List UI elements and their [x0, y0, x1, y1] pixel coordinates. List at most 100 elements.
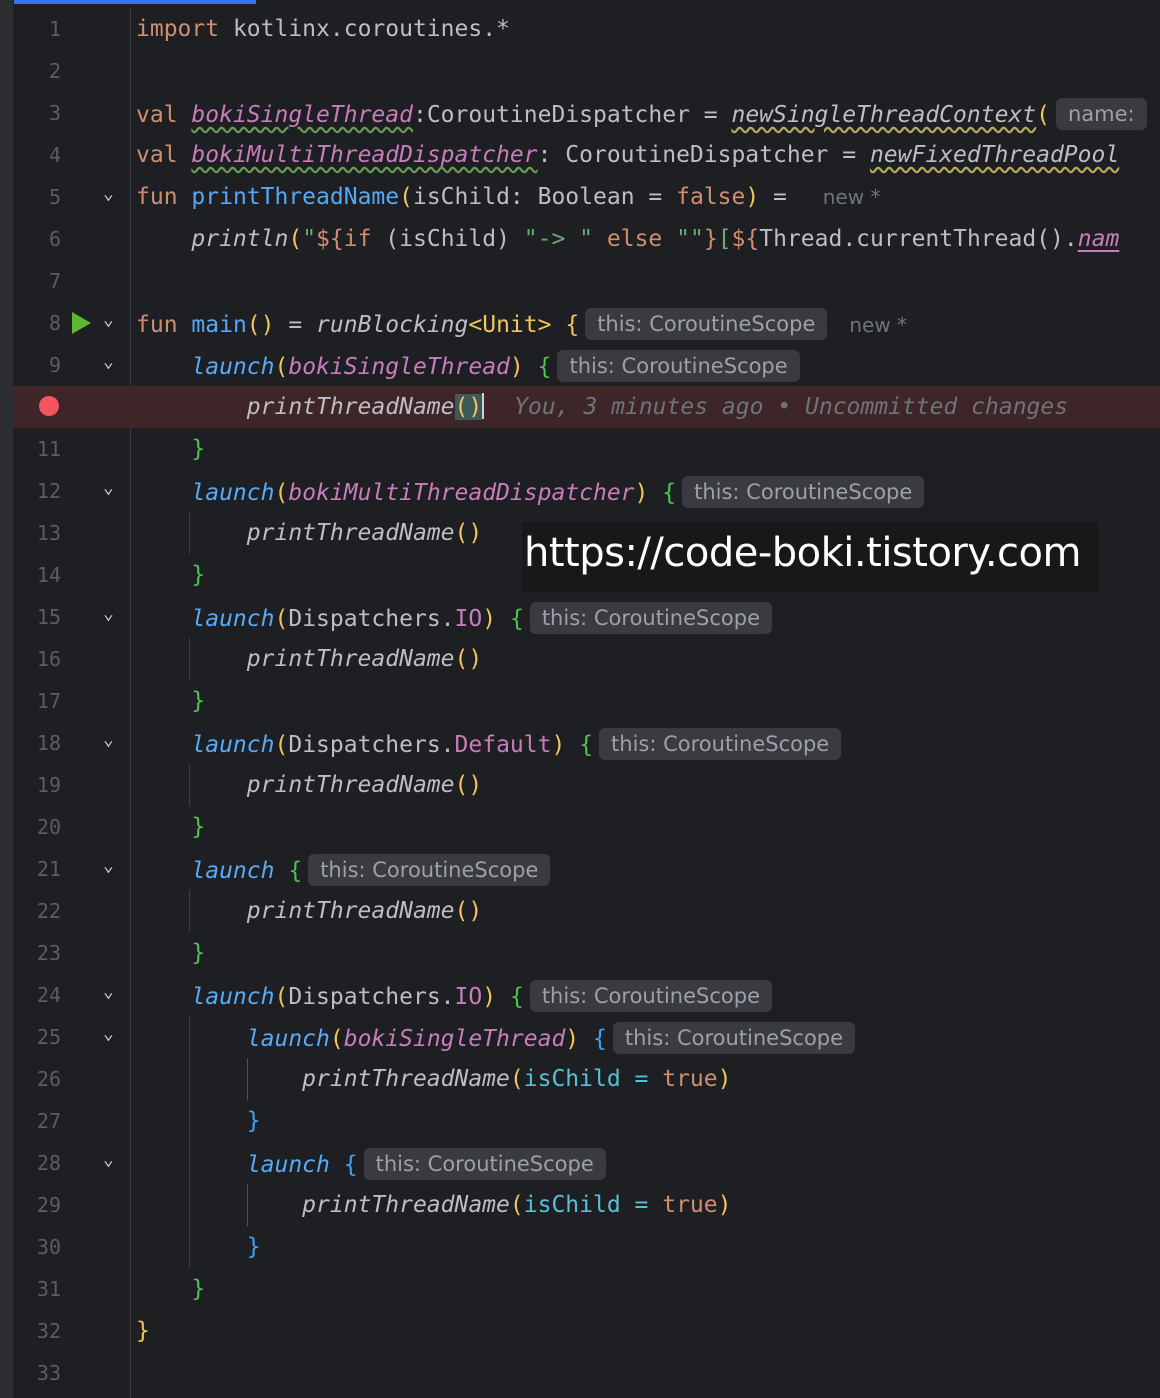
code-line[interactable]: 12 ⌄ launch(bokiMultiThreadDispatcher) {…: [13, 470, 1160, 512]
code-text: printThreadName(isChild = true): [136, 1190, 731, 1220]
git-blame-annotation[interactable]: You, 3 minutes ago • Uncommitted changes: [514, 394, 1068, 420]
code-line[interactable]: 33: [13, 1352, 1160, 1394]
dispatchers: Dispatchers: [288, 606, 441, 632]
function-call: launch: [246, 1152, 330, 1178]
code-line[interactable]: 17 }: [13, 680, 1160, 722]
author-hint[interactable]: new *: [823, 185, 881, 209]
parameter: isChild: Boolean =: [412, 184, 677, 210]
scope-hint: this: CoroutineScope: [529, 602, 772, 634]
function-name: main: [191, 312, 247, 338]
fold-chevron-icon[interactable]: ⌄: [103, 183, 114, 204]
code-line[interactable]: 25 ⌄ launch(bokiSingleThread) {this: Cor…: [13, 1016, 1160, 1058]
scope-hint: this: CoroutineScope: [585, 308, 828, 340]
template: }: [703, 226, 718, 252]
code-line[interactable]: 24 ⌄ launch(Dispatchers.IO) {this: Corou…: [13, 974, 1160, 1016]
paren: (: [274, 606, 289, 632]
code-line[interactable]: 22 printThreadName(): [13, 890, 1160, 932]
function-call: printThreadName: [246, 898, 455, 924]
code-line[interactable]: 1 import kotlinx.coroutines.*: [13, 8, 1160, 50]
code-text: }: [136, 1274, 205, 1304]
line-number: 11: [36, 437, 61, 461]
code-line[interactable]: 8 ⌄ fun main() = runBlocking<Unit> {this…: [13, 302, 1160, 344]
brace: {: [288, 858, 303, 884]
fold-chevron-icon[interactable]: ⌄: [103, 855, 114, 876]
code-text: val bokiMultiThreadDispatcher: Coroutine…: [136, 140, 1119, 170]
line-number: 21: [36, 857, 61, 881]
function-call: runBlocking: [316, 312, 469, 338]
fold-chevron-icon[interactable]: ⌄: [103, 309, 114, 330]
paren: ): [634, 480, 649, 506]
fold-chevron-icon[interactable]: ⌄: [103, 603, 114, 624]
line-number: 7: [48, 269, 61, 293]
code-text: }: [136, 1232, 261, 1262]
fold-chevron-icon[interactable]: ⌄: [103, 981, 114, 1002]
code-line[interactable]: 16 printThreadName(): [13, 638, 1160, 680]
code-line[interactable]: 21 ⌄ launch {this: CoroutineScope: [13, 848, 1160, 890]
line-number: 14: [36, 563, 61, 587]
fold-chevron-icon[interactable]: ⌄: [103, 477, 114, 498]
fold-chevron-icon[interactable]: ⌄: [103, 729, 114, 750]
fold-chevron-icon[interactable]: ⌄: [103, 351, 114, 372]
keyword: fun: [136, 184, 178, 210]
code-line[interactable]: 32 }: [13, 1310, 1160, 1352]
code-line[interactable]: 2: [13, 50, 1160, 92]
brace: }: [191, 562, 206, 588]
function-call: println: [191, 226, 289, 252]
scope-hint: this: CoroutineScope: [363, 1148, 606, 1180]
code-line[interactable]: 11 }: [13, 428, 1160, 470]
code-line[interactable]: 27 }: [13, 1100, 1160, 1142]
line-number: 31: [36, 1277, 61, 1301]
code-line[interactable]: 15 ⌄ launch(Dispatchers.IO) {this: Corou…: [13, 596, 1160, 638]
code-line-current[interactable]: printThreadName() You, 3 minutes ago • Un…: [13, 386, 1160, 428]
import-path: kotlinx.coroutines.*: [219, 16, 510, 42]
template: ${: [731, 226, 760, 252]
code-line[interactable]: 20 }: [13, 806, 1160, 848]
brace: }: [191, 814, 206, 840]
code-line[interactable]: 9 ⌄ launch(bokiSingleThread) {this: Coro…: [13, 344, 1160, 386]
paren: ): [509, 354, 524, 380]
code-line[interactable]: 3 val bokiSingleThread:CoroutineDispatch…: [13, 92, 1160, 134]
dispatchers: Dispatchers: [288, 984, 441, 1010]
fold-chevron-icon[interactable]: ⌄: [103, 1023, 114, 1044]
function-call: launch: [191, 480, 275, 506]
function-call: launch: [191, 984, 275, 1010]
code-line[interactable]: 28 ⌄ launch {this: CoroutineScope: [13, 1142, 1160, 1184]
paren: (: [274, 984, 289, 1010]
function-call: printThreadName: [246, 520, 455, 546]
code-text: launch(bokiSingleThread) {this: Coroutin…: [136, 1022, 856, 1054]
code-line[interactable]: 7: [13, 260, 1160, 302]
code-line[interactable]: 18 ⌄ launch(Dispatchers.Default) {this: …: [13, 722, 1160, 764]
brace: {: [343, 1152, 358, 1178]
fold-chevron-icon[interactable]: ⌄: [103, 1149, 114, 1170]
code-line[interactable]: 6 println("${if (isChild) "-> " else ""}…: [13, 218, 1160, 260]
string: ": [302, 226, 317, 252]
scope-hint: this: CoroutineScope: [682, 476, 925, 508]
code-line[interactable]: 5 ⌄ fun printThreadName(isChild: Boolean…: [13, 176, 1160, 218]
code-editor[interactable]: 1 import kotlinx.coroutines.* 2 3 val bo…: [0, 0, 1160, 1398]
property-name: nam: [1077, 226, 1120, 252]
code-line[interactable]: 26 printThreadName(isChild = true): [13, 1058, 1160, 1100]
breakpoint-icon[interactable]: [39, 396, 59, 416]
code-line[interactable]: 4 val bokiMultiThreadDispatcher: Corouti…: [13, 134, 1160, 176]
line-number: 12: [36, 479, 61, 503]
author-hint[interactable]: new *: [849, 313, 907, 337]
paren: ): [482, 984, 497, 1010]
code-line[interactable]: 30 }: [13, 1226, 1160, 1268]
code-line[interactable]: 31 }: [13, 1268, 1160, 1310]
keyword: true: [662, 1066, 718, 1092]
code-line[interactable]: 29 printThreadName(isChild = true): [13, 1184, 1160, 1226]
code-line[interactable]: 19 printThreadName(): [13, 764, 1160, 806]
code-line[interactable]: 23 }: [13, 932, 1160, 974]
run-icon[interactable]: [72, 312, 91, 334]
